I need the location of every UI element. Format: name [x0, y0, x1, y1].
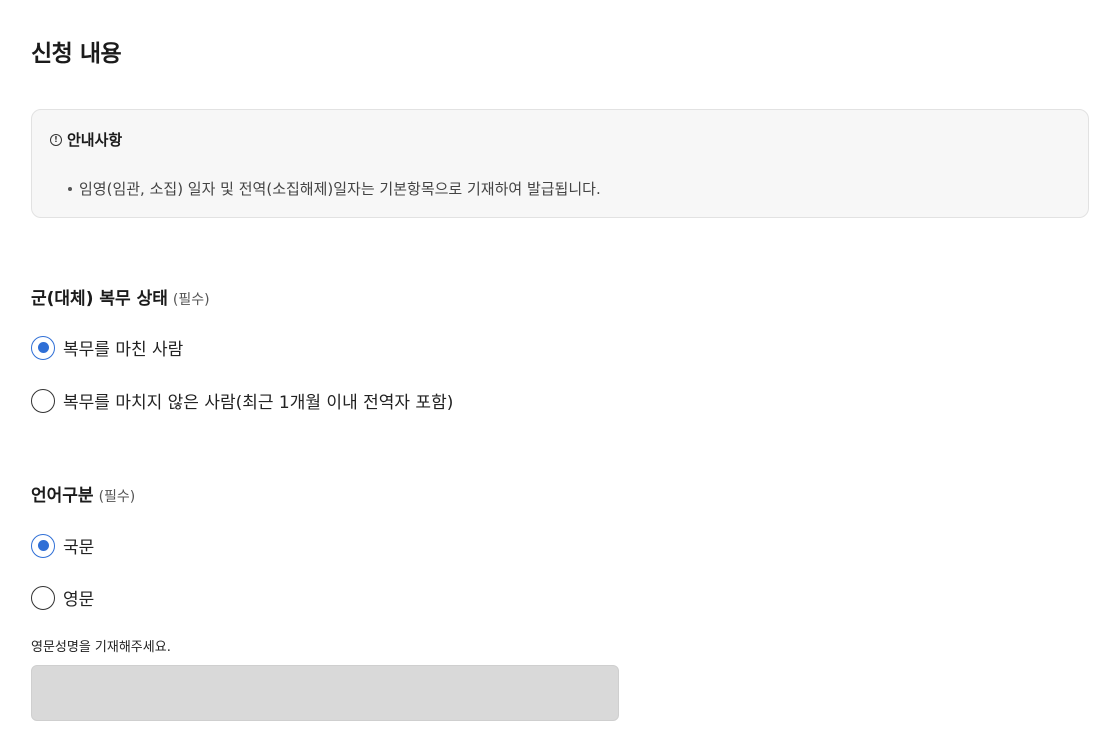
radio-option-korean[interactable]: 국문 [31, 533, 94, 558]
required-mark: (필수) [98, 489, 136, 505]
language-label: 언어구분 (필수) [31, 481, 135, 506]
application-content-page: 신청 내용 ! 안내사항 임영(임관, 소집) 일자 및 전역(소집해제)일자는… [0, 0, 1117, 742]
notice-item: 임영(임관, 소집) 일자 및 전역(소집해제)일자는 기본항목으로 기재하여 … [68, 178, 601, 199]
radio-option-service-not-completed[interactable]: 복무를 마치지 않은 사람(최근 1개월 이내 전역자 포함) [31, 388, 453, 413]
radio-option-english[interactable]: 영문 [31, 585, 94, 610]
notice-header: ! 안내사항 [50, 129, 122, 150]
radio-label: 국문 [63, 538, 95, 558]
military-status-title: 군(대체) 복무 상태 [31, 289, 168, 309]
radio-dot [37, 342, 49, 353]
english-name-caption: 영문성명을 기재해주세요. [31, 640, 171, 655]
language-title: 언어구분 [31, 486, 94, 506]
notice-item-text: 임영(임관, 소집) 일자 및 전역(소집해제)일자는 기본항목으로 기재하여 … [79, 180, 601, 198]
english-name-input[interactable] [31, 665, 619, 721]
notice-title: 안내사항 [67, 131, 123, 149]
required-mark: (필수) [172, 292, 210, 308]
radio-button-checked[interactable] [31, 335, 55, 360]
radio-label: 복무를 마친 사람 [63, 340, 184, 360]
radio-button[interactable] [31, 388, 55, 413]
radio-button-checked[interactable] [31, 533, 55, 558]
radio-option-service-completed[interactable]: 복무를 마친 사람 [31, 335, 183, 360]
page-title: 신청 내용 [31, 41, 122, 67]
info-circle-icon: ! [50, 133, 62, 146]
bullet-icon [68, 186, 72, 191]
notice-box: ! 안내사항 임영(임관, 소집) 일자 및 전역(소집해제)일자는 기본항목으… [31, 109, 1089, 218]
military-status-label: 군(대체) 복무 상태 (필수) [31, 284, 210, 309]
radio-label: 복무를 마치지 않은 사람(최근 1개월 이내 전역자 포함) [63, 393, 454, 413]
radio-dot [37, 540, 49, 551]
radio-button[interactable] [31, 585, 55, 610]
radio-label: 영문 [63, 590, 95, 610]
